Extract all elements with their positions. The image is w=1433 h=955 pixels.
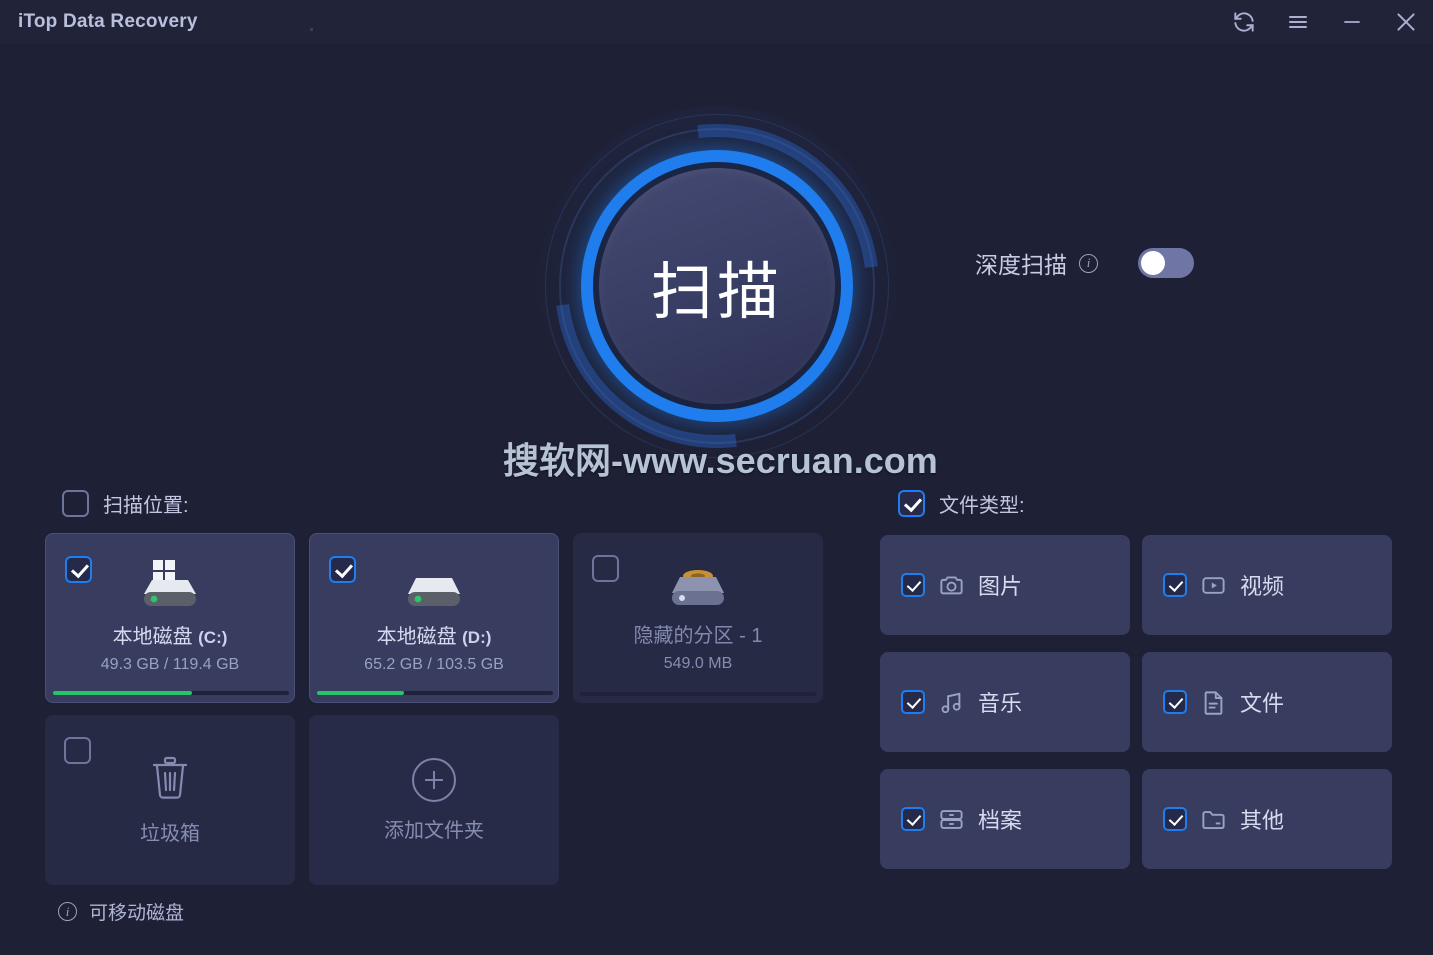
file-type-checkbox-archives[interactable] (901, 807, 925, 831)
file-types-header: 文件类型: (898, 489, 1025, 518)
scan-locations-header-label: 扫描位置: (103, 495, 189, 517)
pixel-artifact (310, 28, 313, 31)
scan-button-label: 扫描 (650, 258, 783, 327)
scan-area: 扫描 (0, 44, 1433, 514)
deep-scan-label: 深度扫描 (975, 252, 1067, 278)
location-usage-fill (53, 691, 193, 695)
file-type-label-pictures: 图片 (978, 574, 1023, 599)
video-icon (1200, 572, 1227, 599)
music-icon (938, 689, 965, 716)
app-title: iTop Data Recovery (18, 11, 198, 32)
close-icon[interactable] (1379, 0, 1433, 44)
file-type-card-videos[interactable]: 视频 (1142, 535, 1392, 635)
document-icon (1200, 689, 1227, 716)
refresh-icon[interactable] (1217, 0, 1271, 44)
file-type-label-others: 其他 (1240, 808, 1285, 833)
file-type-card-pictures[interactable]: 图片 (880, 535, 1130, 635)
menu-icon[interactable] (1271, 0, 1325, 44)
info-icon[interactable]: i (1079, 253, 1098, 273)
location-card-drive-c[interactable]: 本地磁盘 (C:) 49.3 GB / 119.4 GB (45, 533, 295, 703)
file-type-label-archives: 档案 (978, 808, 1023, 833)
file-types-select-all-checkbox[interactable] (898, 490, 925, 517)
location-capacity-drive-c: 49.3 GB / 119.4 GB (100, 656, 240, 673)
location-card-body: 垃圾箱 (45, 715, 295, 885)
location-card-recycle-bin[interactable]: 垃圾箱 (45, 715, 295, 885)
file-type-card-music[interactable]: 音乐 (880, 652, 1130, 752)
file-type-checkbox-docs[interactable] (1163, 690, 1187, 714)
location-capacity-hidden-partition-1: 549.0 MB (663, 655, 733, 672)
scan-locations-header: 扫描位置: (62, 489, 189, 518)
deep-scan-control: 深度扫描 i (975, 246, 1194, 280)
toggle-knob (1141, 251, 1165, 275)
location-card-body: 本地磁盘 (C:) 49.3 GB / 119.4 GB (46, 534, 294, 702)
location-title-drive-c: 本地磁盘 (C:) (112, 626, 228, 648)
file-type-checkbox-videos[interactable] (1163, 573, 1187, 597)
file-type-checkbox-pictures[interactable] (901, 573, 925, 597)
minimize-icon[interactable] (1325, 0, 1379, 44)
scan-button[interactable]: 扫描 (599, 168, 835, 404)
location-label-recycle-bin: 垃圾箱 (140, 823, 200, 845)
file-type-checkbox-others[interactable] (1163, 807, 1187, 831)
archive-icon (938, 806, 965, 833)
file-types-header-label: 文件类型: (939, 495, 1025, 517)
removable-disk-label: 可移动磁盘 (89, 903, 185, 924)
file-type-card-archives[interactable]: 档案 (880, 769, 1130, 869)
add-folder-button[interactable]: 添加文件夹 (309, 715, 559, 885)
location-title-drive-d: 本地磁盘 (D:) (376, 626, 492, 648)
removable-disk-note[interactable]: i 可移动磁盘 (58, 898, 184, 925)
deep-scan-toggle[interactable] (1138, 248, 1194, 278)
add-folder-label: 添加文件夹 (384, 819, 484, 842)
hidden-partition-icon (661, 555, 735, 609)
title-bar: iTop Data Recovery (0, 0, 1433, 44)
window-controls (1217, 0, 1433, 44)
file-type-label-music: 音乐 (978, 691, 1023, 716)
location-card-body: 本地磁盘 (D:) 65.2 GB / 103.5 GB (310, 534, 558, 702)
scan-dial: 扫描 (489, 58, 945, 514)
info-icon: i (58, 902, 77, 921)
location-capacity-drive-d: 65.2 GB / 103.5 GB (364, 656, 504, 673)
windows-drive-icon (133, 556, 207, 610)
location-card-hidden-partition-1[interactable]: 隐藏的分区 - 1 549.0 MB (573, 533, 823, 703)
file-type-checkbox-music[interactable] (901, 690, 925, 714)
location-usage-fill (317, 691, 405, 695)
file-type-label-videos: 视频 (1240, 574, 1285, 599)
folder-icon (1200, 806, 1227, 833)
drive-icon (397, 556, 471, 610)
camera-icon (938, 572, 965, 599)
location-usage-bar-hidden-partition-1 (580, 692, 816, 696)
trash-icon (147, 751, 193, 805)
location-card-drive-d[interactable]: 本地磁盘 (D:) 65.2 GB / 103.5 GB (309, 533, 559, 703)
file-type-label-docs: 文件 (1240, 691, 1285, 716)
location-title-hidden-partition-1: 隐藏的分区 - 1 (633, 625, 763, 647)
scan-locations-select-all-checkbox[interactable] (62, 490, 89, 517)
file-type-card-docs[interactable]: 文件 (1142, 652, 1392, 752)
location-card-body: 隐藏的分区 - 1 549.0 MB (573, 533, 823, 703)
location-usage-bar-drive-c (53, 691, 289, 695)
location-usage-bar-drive-d (317, 691, 553, 695)
file-type-card-others[interactable]: 其他 (1142, 769, 1392, 869)
plus-circle-icon (412, 757, 456, 802)
